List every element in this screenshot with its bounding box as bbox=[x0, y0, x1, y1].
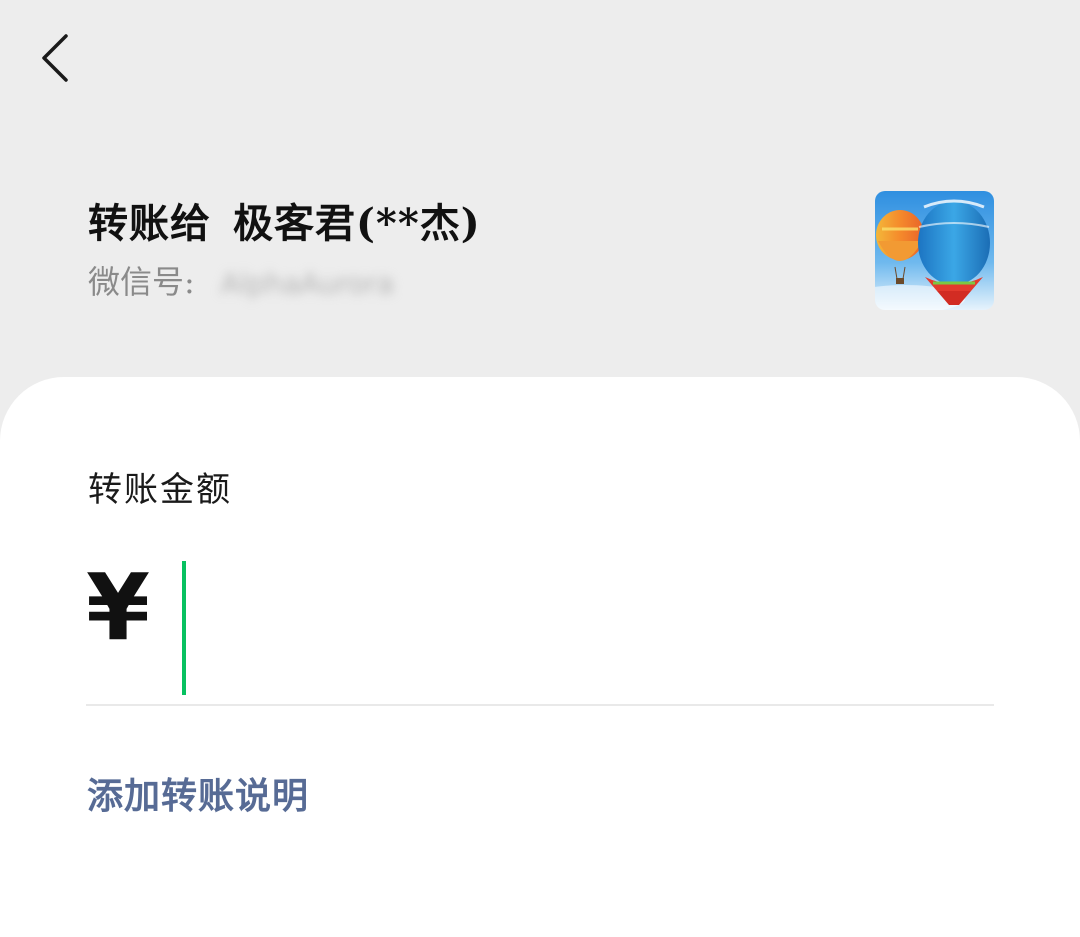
wechat-id-value: AlphaAurora bbox=[220, 267, 395, 300]
back-button[interactable] bbox=[28, 28, 84, 92]
amount-divider bbox=[86, 704, 994, 706]
recipient-info: 转账给 极客君(**杰) 微信号: AlphaAurora bbox=[88, 196, 481, 308]
text-caret bbox=[182, 561, 186, 695]
transfer-to-label: 转账给 bbox=[88, 200, 211, 247]
recipient-avatar bbox=[875, 191, 994, 310]
recipient-title: 转账给 极客君(**杰) bbox=[88, 196, 481, 252]
recipient-name: 极客君(**杰) bbox=[233, 200, 481, 247]
amount-label: 转账金额 bbox=[88, 470, 232, 510]
currency-symbol: ¥ bbox=[86, 554, 151, 661]
wechat-id-row: 微信号: AlphaAurora bbox=[88, 258, 481, 308]
add-transfer-note-link[interactable]: 添加转账说明 bbox=[87, 770, 309, 822]
chevron-left-icon bbox=[40, 32, 72, 88]
wechat-id-label: 微信号: bbox=[88, 263, 195, 301]
amount-input[interactable] bbox=[180, 560, 992, 696]
